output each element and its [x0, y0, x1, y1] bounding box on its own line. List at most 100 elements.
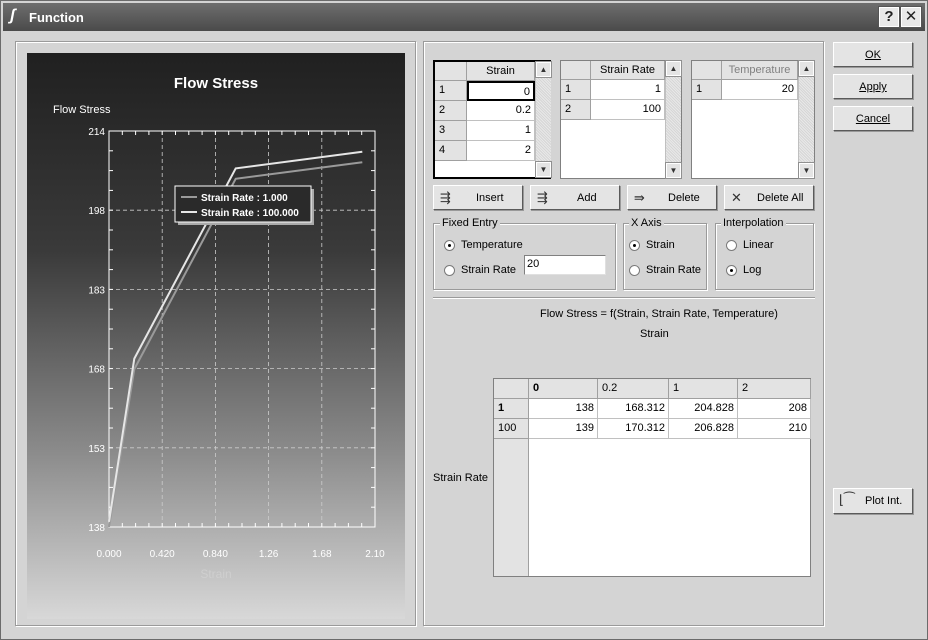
x-axis-strain-radio[interactable]: Strain: [629, 239, 699, 253]
fixed-entry-strain-rate-radio[interactable]: Strain Rate: [444, 264, 524, 278]
delete-label: Delete: [668, 192, 700, 204]
apply-button[interactable]: Apply: [833, 74, 913, 99]
plot-curve-icon: ⌊⁀: [839, 492, 855, 507]
ok-button[interactable]: OK: [833, 42, 913, 67]
result-column-header[interactable]: 0: [529, 379, 598, 399]
strain_grid-cell[interactable]: 0.2: [467, 101, 535, 121]
plot-int-button[interactable]: ⌊⁀ Plot Int.: [833, 488, 913, 514]
title-bar[interactable]: ʃ Function ? ✕: [3, 3, 925, 31]
strain_grid-cell[interactable]: 2: [467, 141, 535, 161]
window-title: Function: [29, 10, 84, 25]
radio-checked-icon: [444, 240, 455, 251]
strainrate-grid-header[interactable]: Strain Rate: [591, 61, 665, 80]
strainrate-grid[interactable]: Strain Rate 1 1 2 100 ▲ ▼: [560, 60, 682, 179]
temperature_grid-cell[interactable]: 20: [722, 80, 798, 100]
delete-all-button[interactable]: ✕ Delete All: [724, 185, 814, 210]
interpolation-log-radio[interactable]: Log: [726, 264, 796, 278]
insert-button[interactable]: ⇶ Insert: [433, 185, 523, 210]
add-button[interactable]: ⇶ Add: [530, 185, 620, 210]
result-cell[interactable]: 206.828: [669, 419, 738, 439]
delete-button[interactable]: ⇛ Delete: [627, 185, 717, 210]
scroll-up-icon[interactable]: ▲: [535, 61, 552, 78]
strainrate_grid-row-header[interactable]: 1: [561, 80, 591, 100]
close-icon: ✕: [904, 8, 918, 25]
grid-corner: [692, 61, 722, 80]
delete-all-icon: ✕: [731, 190, 742, 205]
app-icon: ʃ: [10, 7, 16, 24]
result-row-header[interactable]: 1: [494, 399, 529, 419]
grid-corner: [435, 62, 467, 81]
strain_grid-row-header[interactable]: 1: [435, 81, 467, 101]
result-cell[interactable]: 139: [529, 419, 598, 439]
radio-label: Strain Rate: [646, 264, 702, 276]
radio-unchecked-icon: [444, 265, 455, 276]
result-cell[interactable]: 208: [738, 399, 811, 419]
x-axis-group: [623, 223, 707, 290]
scroll-up-icon[interactable]: ▲: [798, 60, 815, 77]
scroll-up-icon[interactable]: ▲: [665, 60, 682, 77]
row-header-filler: [494, 439, 529, 576]
fixed-entry-value-input[interactable]: 20: [524, 255, 606, 275]
x-axis-strain-rate-radio[interactable]: Strain Rate: [629, 264, 703, 278]
divider: [433, 297, 815, 299]
strain-grid-header[interactable]: Strain: [467, 62, 535, 81]
scroll-down-icon[interactable]: ▼: [535, 161, 552, 178]
strain_grid-cell[interactable]: 1: [467, 121, 535, 141]
strain-grid[interactable]: Strain 1 0 2 0.2 3 1 4 2 ▲ ▼: [433, 60, 552, 179]
close-button[interactable]: ✕: [900, 6, 922, 28]
result-column-header[interactable]: 0.2: [598, 379, 669, 399]
plot-int-label: Plot Int.: [865, 495, 903, 507]
radio-label: Log: [743, 264, 762, 276]
row-axis-label: Strain Rate: [433, 472, 489, 484]
result-cell[interactable]: 204.828: [669, 399, 738, 419]
chart-title: Flow Stress: [174, 75, 258, 92]
result-row-header[interactable]: 100: [494, 419, 529, 439]
strainrate-grid-scrollbar[interactable]: ▲ ▼: [665, 60, 682, 179]
x-tick-label: 0.840: [203, 549, 228, 560]
radio-label: Temperature: [461, 239, 523, 251]
radio-checked-icon: [629, 240, 640, 251]
result-cell[interactable]: 138: [529, 399, 598, 419]
x-tick-label: 1.26: [259, 549, 279, 560]
temperature-grid[interactable]: Temperature 1 20 ▲ ▼: [691, 60, 815, 179]
y-tick-label: 138: [88, 523, 105, 534]
cancel-button[interactable]: Cancel: [833, 106, 913, 131]
strainrate_grid-row-header[interactable]: 2: [561, 100, 591, 120]
temperature_grid-row-header[interactable]: 1: [692, 80, 722, 100]
y-tick-label: 214: [88, 127, 105, 138]
strain_grid-row-header[interactable]: 4: [435, 141, 467, 161]
x-tick-label: 0.000: [96, 549, 121, 560]
result-column-header[interactable]: 2: [738, 379, 811, 399]
interpolation-linear-radio[interactable]: Linear: [726, 239, 796, 253]
radio-label: Strain Rate: [461, 264, 517, 276]
result-table[interactable]: 0 0.2 1 2 1 138 168.312 204.828 208 100 139 170.31…: [493, 378, 811, 577]
result-cell[interactable]: 210: [738, 419, 811, 439]
strainrate_grid-cell[interactable]: 1: [591, 80, 665, 100]
fixed-entry-legend: Fixed Entry: [440, 217, 500, 229]
y-tick-label: 168: [88, 365, 105, 376]
radio-unchecked-icon: [629, 265, 640, 276]
scroll-down-icon[interactable]: ▼: [798, 162, 815, 179]
result-cell[interactable]: 168.312: [598, 399, 669, 419]
result-cell[interactable]: 170.312: [598, 419, 669, 439]
strain_grid-row-header[interactable]: 3: [435, 121, 467, 141]
x-tick-label: 0.420: [150, 549, 175, 560]
radio-checked-icon: [726, 265, 737, 276]
x-tick-label: 2.10: [365, 549, 385, 560]
result-column-header[interactable]: 1: [669, 379, 738, 399]
y-axis-label: Flow Stress: [53, 104, 111, 116]
add-row-icon: ⇶: [537, 190, 548, 205]
strainrate_grid-cell[interactable]: 100: [591, 100, 665, 120]
column-axis-label: Strain: [640, 328, 669, 340]
y-tick-label: 198: [88, 206, 105, 217]
help-button[interactable]: ?: [878, 6, 900, 28]
strain-grid-scrollbar[interactable]: ▲ ▼: [535, 61, 552, 178]
scroll-down-icon[interactable]: ▼: [665, 162, 682, 179]
grid-corner: [561, 61, 591, 80]
temperature-grid-header[interactable]: Temperature: [722, 61, 798, 80]
strain_grid-cell[interactable]: 0: [467, 81, 535, 101]
fixed-entry-temperature-radio[interactable]: Temperature: [444, 239, 554, 253]
interpolation-legend: Interpolation: [721, 217, 786, 229]
temperature-grid-scrollbar[interactable]: ▲ ▼: [798, 60, 815, 179]
strain_grid-row-header[interactable]: 2: [435, 101, 467, 121]
